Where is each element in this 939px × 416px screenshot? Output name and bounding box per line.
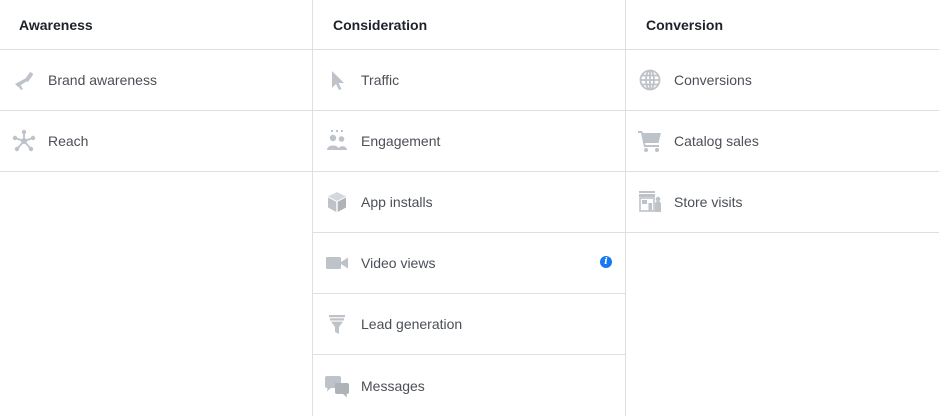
column-consideration: Consideration Traffic Engagement App ins… xyxy=(313,0,626,416)
objective-label: Lead generation xyxy=(361,316,463,332)
globe-icon xyxy=(637,67,663,93)
objective-engagement[interactable]: Engagement xyxy=(313,111,625,172)
column-conversion: Conversion Conversions Catalog sales Sto… xyxy=(626,0,939,416)
objective-label: Brand awareness xyxy=(48,72,157,88)
cursor-icon xyxy=(324,67,350,93)
objective-label: Video views xyxy=(361,255,436,271)
objective-label: Reach xyxy=(48,133,89,149)
people-icon xyxy=(324,128,350,154)
objective-conversions[interactable]: Conversions xyxy=(626,50,939,111)
objective-messages[interactable]: Messages xyxy=(313,355,625,416)
column-header-conversion: Conversion xyxy=(626,0,939,50)
objective-store-visits[interactable]: Store visits xyxy=(626,172,939,233)
objective-label: Catalog sales xyxy=(674,133,759,149)
objective-label: App installs xyxy=(361,194,433,210)
objective-catalog-sales[interactable]: Catalog sales xyxy=(626,111,939,172)
box-icon xyxy=(324,189,350,215)
objective-traffic[interactable]: Traffic xyxy=(313,50,625,111)
objective-video-views[interactable]: Video views i xyxy=(313,233,625,294)
info-icon[interactable]: i xyxy=(600,256,612,268)
reach-network-icon xyxy=(11,128,37,154)
objective-label: Traffic xyxy=(361,72,400,88)
storefront-icon xyxy=(637,189,663,215)
objective-lead-generation[interactable]: Lead generation xyxy=(313,294,625,355)
column-header-consideration: Consideration xyxy=(313,0,625,50)
column-header-awareness: Awareness xyxy=(0,0,312,50)
objective-label: Conversions xyxy=(674,72,752,88)
objective-app-installs[interactable]: App installs xyxy=(313,172,625,233)
objective-label: Messages xyxy=(361,377,425,394)
video-camera-icon xyxy=(324,250,350,276)
objective-brand-awareness[interactable]: Brand awareness xyxy=(0,50,312,111)
objective-label: Store visits xyxy=(674,194,743,210)
megaphone-icon xyxy=(11,67,37,93)
column-awareness: Awareness Brand awareness Reach xyxy=(0,0,313,416)
objective-label: Engagement xyxy=(361,133,441,149)
campaign-objective-grid: Awareness Brand awareness Reach Consider… xyxy=(0,0,939,416)
objective-reach[interactable]: Reach xyxy=(0,111,312,172)
shopping-cart-icon xyxy=(637,128,663,154)
chat-bubbles-icon xyxy=(324,373,350,399)
funnel-icon xyxy=(324,311,350,337)
